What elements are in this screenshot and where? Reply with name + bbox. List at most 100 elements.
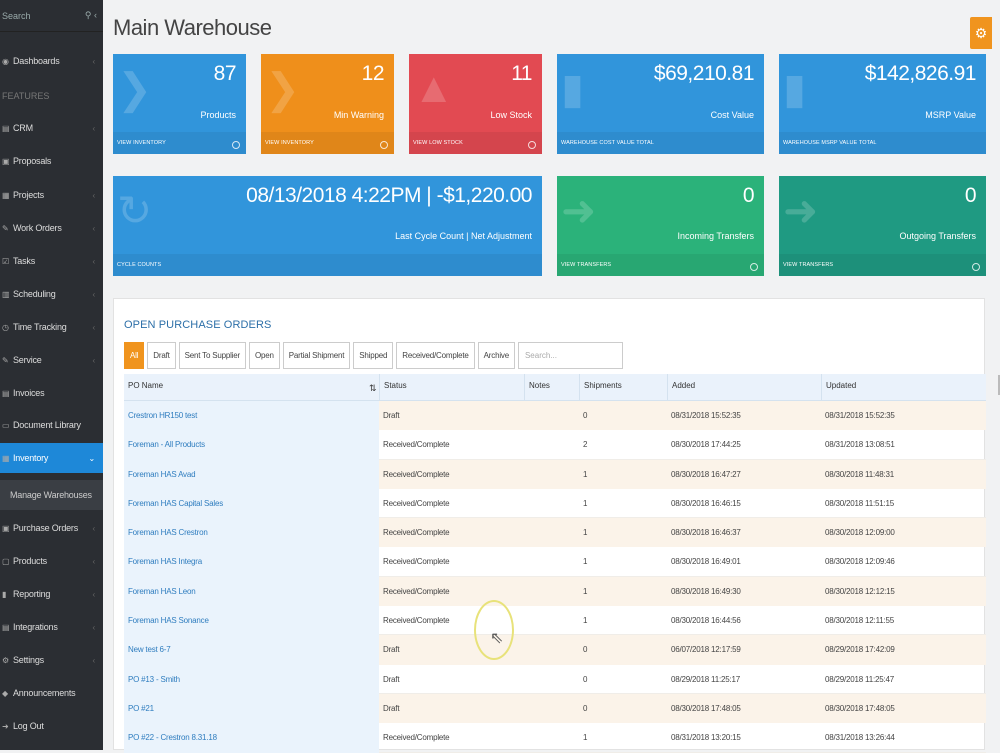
- search-icon[interactable]: ⚲ ‹: [85, 10, 97, 21]
- shipments-cell: 0: [583, 645, 588, 655]
- sidebar-item-manage-warehouses[interactable]: Manage Warehouses: [0, 480, 103, 510]
- col-status[interactable]: Status: [379, 374, 524, 401]
- outgoing-transfers-tile[interactable]: ➜ 0 Outgoing Transfers VIEW TRANSFERS: [779, 176, 986, 276]
- po-name-cell[interactable]: PO #22 - Crestron 8.31.18: [124, 723, 379, 753]
- col-added[interactable]: Added: [667, 374, 821, 401]
- table-row[interactable]: Crestron HR150 test Draft 0 08/31/2018 15:5…: [124, 401, 986, 431]
- sidebar-item-log-out[interactable]: ➜ Log Out: [0, 711, 103, 741]
- chevron-left-icon: ‹: [92, 523, 96, 533]
- filter-partial-shipment-button[interactable]: Partial Shipment: [282, 342, 351, 369]
- sidebar-item-work-orders[interactable]: ✎ Work Orders ‹: [0, 213, 103, 243]
- col-shipments[interactable]: Shipments: [579, 374, 667, 401]
- view-transfers-link[interactable]: VIEW TRANSFERS: [779, 254, 986, 276]
- chevron-left-icon: ‹: [92, 355, 96, 365]
- settings-gear-button[interactable]: ⚙: [970, 17, 992, 49]
- table-row[interactable]: Foreman HAS Crestron Received/Complete 1 08…: [124, 518, 986, 548]
- sidebar-item-tasks[interactable]: ☑ Tasks ‹: [0, 246, 103, 276]
- po-name-cell[interactable]: PO #13 - Smith: [124, 664, 379, 694]
- sidebar-item-crm[interactable]: ▤ CRM ‹: [0, 113, 103, 143]
- table-row[interactable]: PO #13 - Smith Draft 0 08/29/2018 11:25:17 0…: [124, 664, 986, 694]
- sidebar-item-products[interactable]: ▢ Products ‹: [0, 546, 103, 576]
- arrow-circle-icon[interactable]: [232, 141, 240, 149]
- po-name-cell[interactable]: PO #21: [124, 693, 379, 724]
- table-row[interactable]: New test 6-7 Draft 0 06/07/2018 12:17:59 08/…: [124, 635, 986, 665]
- products-tile[interactable]: ❯ 87 Products VIEW INVENTORY: [113, 54, 246, 154]
- cycle-count-tile[interactable]: ↻ 08/13/2018 4:22PM | -$1,220.00 Last Cy…: [113, 176, 542, 276]
- po-search-input[interactable]: Search...: [517, 342, 623, 369]
- filter-draft-button[interactable]: Draft: [147, 342, 176, 369]
- msrp-value-tile[interactable]: ▮ $142,826.91 MSRP Value WAREHOUSE MSRP …: [779, 54, 986, 154]
- po-name-cell[interactable]: New test 6-7: [124, 635, 379, 665]
- projects-icon: ▦: [2, 190, 10, 200]
- sidebar-item-reporting[interactable]: ▮ Reporting ‹: [0, 579, 103, 609]
- view-transfers-link[interactable]: VIEW TRANSFERS: [557, 254, 764, 276]
- sidebar-item-time-tracking[interactable]: ◷ Time Tracking ‹: [0, 312, 103, 342]
- updated-cell: 08/29/2018 11:25:47: [825, 674, 895, 684]
- arrow-circle-icon[interactable]: [380, 141, 388, 149]
- col-notes[interactable]: Notes: [524, 374, 579, 401]
- view-low-stock-link[interactable]: VIEW LOW STOCK: [409, 132, 542, 154]
- sidebar-search[interactable]: Search ⚲ ‹: [0, 0, 103, 32]
- table-row[interactable]: Foreman - All Products Received/Complete 2…: [124, 430, 986, 460]
- po-name-cell[interactable]: Crestron HR150 test: [124, 401, 379, 431]
- table-row[interactable]: Foreman HAS Leon Received/Complete 1 08/30/…: [124, 576, 986, 607]
- po-name-cell[interactable]: Foreman HAS Integra: [124, 547, 379, 577]
- filter-archive-button[interactable]: Archive: [477, 342, 515, 369]
- po-name-cell[interactable]: Foreman - All Products: [124, 430, 379, 460]
- sidebar-item-dashboards[interactable]: ◉ Dashboards ‹: [0, 46, 103, 76]
- po-name-cell[interactable]: Foreman HAS Leon: [124, 576, 379, 607]
- sidebar-item-inventory[interactable]: ▦ Inventory ⌄: [0, 443, 103, 473]
- filter-open-button[interactable]: Open: [249, 342, 280, 369]
- sort-icon[interactable]: ⇅: [369, 383, 377, 394]
- table-row[interactable]: PO #22 - Crestron 8.31.18 Received/Comple…: [124, 723, 986, 753]
- sidebar: Search ⚲ ‹ FEATURES ◉ Dashboards ‹ ▤ CRM ‹ ▣ Pro…: [0, 0, 103, 750]
- chevron-left-icon: ‹: [92, 622, 96, 632]
- table-row[interactable]: Foreman HAS Avad Received/Complete 1 08/30/…: [124, 459, 986, 489]
- po-name-cell[interactable]: Foreman HAS Avad: [124, 459, 379, 489]
- chevron-left-icon: ‹: [92, 256, 96, 266]
- col-updated[interactable]: Updated: [821, 374, 986, 401]
- col-po-name[interactable]: PO Name: [124, 374, 379, 401]
- cost-value-label: Cost Value: [710, 110, 754, 120]
- sidebar-item-scheduling[interactable]: ▥ Scheduling ‹: [0, 279, 103, 309]
- sidebar-item-purchase-orders[interactable]: ▣ Purchase Orders ‹: [0, 513, 103, 543]
- updated-cell: 08/31/2018 15:52:35: [825, 411, 895, 420]
- sidebar-item-document-library[interactable]: ▭ Document Library: [0, 410, 103, 440]
- sidebar-search-input[interactable]: Search: [2, 11, 31, 21]
- sidebar-item-invoices[interactable]: ▤ Invoices: [0, 378, 103, 408]
- filter-sent-to-supplier-button[interactable]: Sent To Supplier: [178, 342, 246, 369]
- view-inventory-link[interactable]: VIEW INVENTORY: [113, 132, 246, 154]
- gear-icon[interactable]: ⚙: [975, 25, 988, 41]
- filter-shipped-button[interactable]: Shipped: [353, 342, 394, 369]
- cost-value-tile[interactable]: ▮ $69,210.81 Cost Value WAREHOUSE COST V…: [557, 54, 764, 154]
- sidebar-item-integrations[interactable]: ▤ Integrations ‹: [0, 612, 103, 642]
- shipments-cell: 1: [583, 586, 588, 596]
- cycle-counts-link[interactable]: CYCLE COUNTS: [113, 254, 542, 276]
- cost-value-total-link[interactable]: WAREHOUSE COST VALUE TOTAL: [557, 132, 764, 154]
- incoming-transfers-tile[interactable]: ➜ 0 Incoming Transfers VIEW TRANSFERS: [557, 176, 764, 276]
- low-stock-tile[interactable]: ▲ 11 Low Stock VIEW LOW STOCK: [409, 54, 542, 154]
- table-row[interactable]: PO #21 Draft 0 08/30/2018 17:48:05 08/30/201…: [124, 693, 986, 724]
- min-warning-tile[interactable]: ❯ 12 Min Warning VIEW INVENTORY: [261, 54, 394, 154]
- sidebar-item-settings[interactable]: ⚙ Settings ‹: [0, 645, 103, 675]
- po-name-cell[interactable]: Foreman HAS Sonance: [124, 606, 379, 636]
- sidebar-item-announcements[interactable]: ◆ Announcements: [0, 678, 103, 708]
- sidebar-item-service[interactable]: ✎ Service ‹: [0, 345, 103, 375]
- status-cell: Draft: [383, 411, 400, 420]
- arrow-circle-icon[interactable]: [528, 141, 536, 149]
- po-name-cell[interactable]: Foreman HAS Capital Sales: [124, 488, 379, 519]
- filter-received-complete-button[interactable]: Received/Complete: [396, 342, 475, 369]
- view-inventory-link[interactable]: VIEW INVENTORY: [261, 132, 394, 154]
- po-name-cell[interactable]: Foreman HAS Crestron: [124, 518, 379, 548]
- added-cell: 08/30/2018 16:49:30: [671, 586, 741, 596]
- shipments-cell: 0: [583, 411, 588, 420]
- arrow-circle-icon[interactable]: [972, 263, 980, 271]
- table-row[interactable]: Foreman HAS Capital Sales Received/Comple…: [124, 488, 986, 519]
- sidebar-item-projects[interactable]: ▦ Projects ‹: [0, 180, 103, 210]
- msrp-value-total-link[interactable]: WAREHOUSE MSRP VALUE TOTAL: [779, 132, 986, 154]
- sidebar-item-proposals[interactable]: ▣ Proposals: [0, 146, 103, 176]
- table-row[interactable]: Foreman HAS Sonance Received/Complete 1 08/…: [124, 606, 986, 636]
- table-row[interactable]: Foreman HAS Integra Received/Complete 1 08/…: [124, 547, 986, 577]
- filter-all-button[interactable]: All: [124, 342, 145, 369]
- arrow-circle-icon[interactable]: [750, 263, 758, 271]
